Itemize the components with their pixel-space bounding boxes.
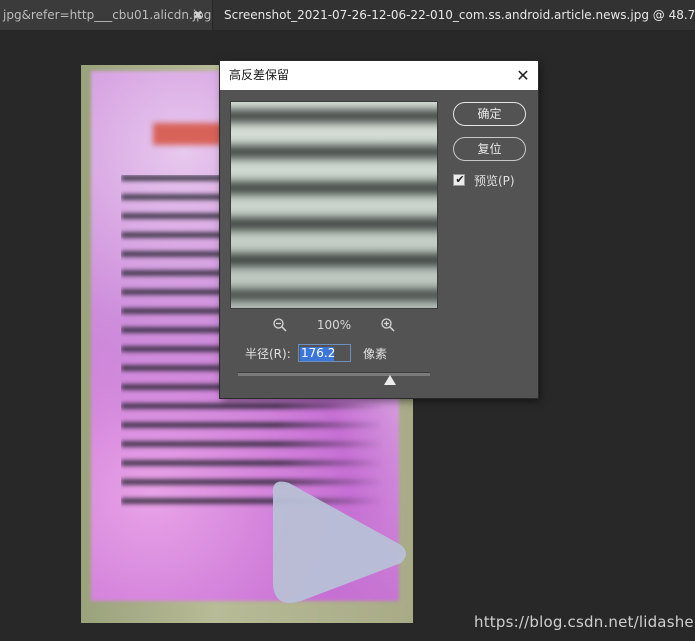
radius-slider[interactable]: [238, 372, 430, 386]
tab-inactive-label: jpg&refer=http___cbu01.alicdn.jpg: [3, 8, 212, 22]
reset-button[interactable]: 复位: [453, 137, 526, 161]
watermark-text: https://blog.csdn.net/lidashent: [474, 613, 695, 631]
preview-label: 预览(P): [474, 174, 515, 188]
radius-unit-label: 像素: [363, 347, 388, 361]
radius-slider-track[interactable]: [238, 372, 430, 376]
close-icon[interactable]: ✕: [508, 61, 538, 90]
filter-preview[interactable]: [230, 101, 438, 309]
preview-text-blur: [231, 110, 437, 300]
radius-label: 半径(R):: [245, 347, 291, 361]
zoom-level: 100%: [316, 318, 352, 332]
tab-active-label: Screenshot_2021-07-26-12-06-22-010_com.s…: [224, 8, 695, 22]
zoom-out-icon[interactable]: [272, 317, 288, 333]
radius-row: 半径(R): 像素: [245, 344, 515, 364]
tab-close-icon[interactable]: ✖: [193, 0, 203, 30]
document-tab-bar: jpg&refer=http___cbu01.alicdn.jpg ✖ Scre…: [0, 0, 695, 30]
zoom-in-icon[interactable]: [380, 317, 396, 333]
high-pass-dialog: 高反差保留 ✕ 100% 半径(R): 像素 确定 复位 ✔: [220, 61, 538, 398]
tab-active-document[interactable]: Screenshot_2021-07-26-12-06-22-010_com.s…: [213, 0, 695, 30]
ok-button[interactable]: 确定: [453, 102, 526, 126]
dialog-titlebar[interactable]: 高反差保留 ✕: [220, 61, 538, 90]
tab-inactive-document[interactable]: jpg&refer=http___cbu01.alicdn.jpg ✖: [0, 0, 212, 30]
play-icon: [272, 481, 406, 603]
radius-slider-thumb[interactable]: [383, 375, 396, 385]
zoom-controls: 100%: [230, 317, 436, 333]
dialog-title: 高反差保留: [229, 68, 290, 82]
preview-checkbox[interactable]: ✔: [453, 173, 465, 186]
check-icon: ✔: [455, 173, 465, 186]
radius-input[interactable]: [298, 344, 351, 362]
